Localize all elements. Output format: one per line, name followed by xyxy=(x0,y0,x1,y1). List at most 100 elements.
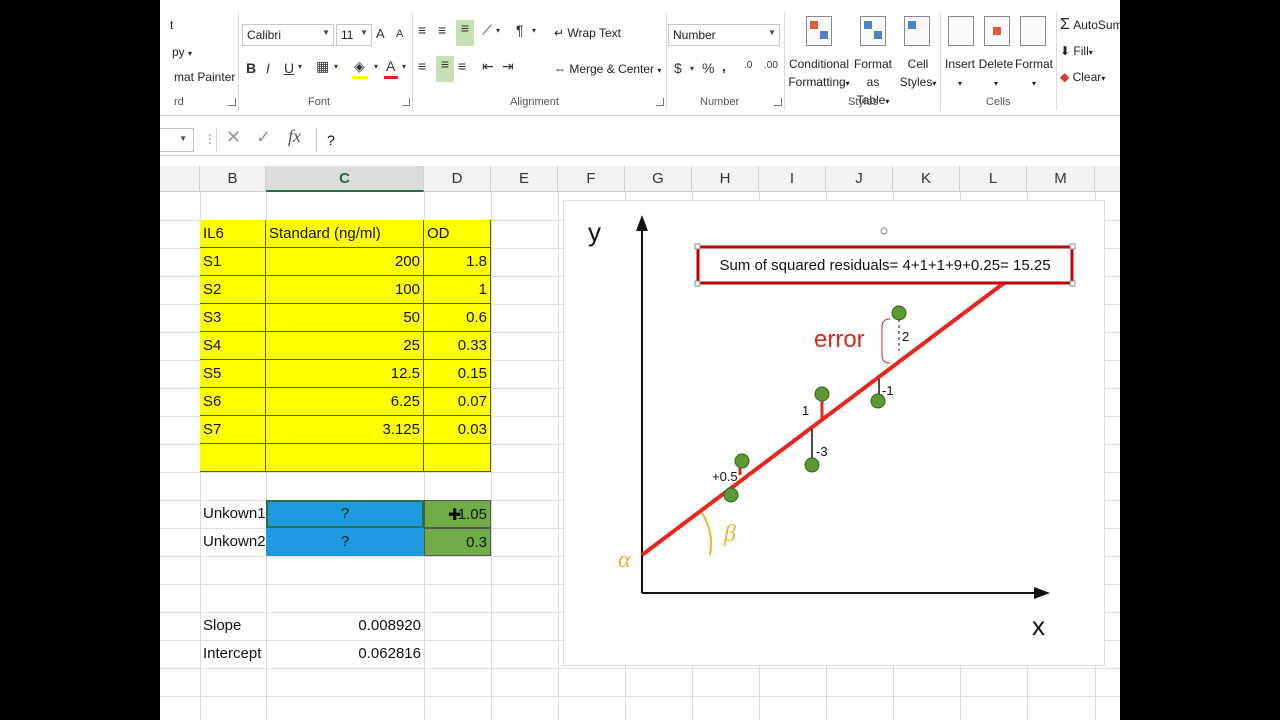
table-cell-od[interactable]: 0.15 xyxy=(424,360,491,388)
table-cell-od[interactable]: 0.03 xyxy=(424,416,491,444)
unknown-standard-cell[interactable]: ? xyxy=(266,528,424,556)
unknown-standard-cell-selected[interactable]: ? xyxy=(266,500,424,528)
column-header-h[interactable]: H xyxy=(692,166,759,192)
column-header-l[interactable]: L xyxy=(960,166,1027,192)
autosum-button[interactable]: Σ AutoSum xyxy=(1060,16,1120,34)
format-button[interactable]: Format ▾ xyxy=(1012,55,1056,93)
table-cell-id[interactable]: S3 xyxy=(200,304,266,332)
column-header-b[interactable]: B xyxy=(200,166,266,192)
table-cell-standard[interactable]: 100 xyxy=(266,276,424,304)
regression-diagram[interactable]: y x α β +0.5 1 -3 -1 2 error Sum of squa… xyxy=(563,200,1105,666)
align-top-icon[interactable]: ≡ xyxy=(418,22,426,38)
table-cell-od[interactable]: 0.07 xyxy=(424,388,491,416)
fill-color-icon[interactable]: ◈ xyxy=(354,58,365,75)
clear-button[interactable]: ◆ Clear▾ xyxy=(1060,70,1105,84)
decrease-decimal-icon[interactable]: .00 xyxy=(764,60,778,71)
table-header-id[interactable]: IL6 xyxy=(200,220,266,248)
resize-handle-icon[interactable] xyxy=(694,243,701,250)
table-cell-id[interactable]: S2 xyxy=(200,276,266,304)
table-cell-od[interactable]: 1 xyxy=(424,276,491,304)
chevron-down-icon[interactable]: ▾ xyxy=(374,62,378,71)
grow-font-button[interactable]: A xyxy=(376,26,385,41)
table-cell-id[interactable]: S7 xyxy=(200,416,266,444)
unknown-label[interactable]: Unkown1 xyxy=(200,500,266,528)
wrap-text-button[interactable]: ↵ Wrap Text xyxy=(554,26,621,40)
bold-button[interactable]: B xyxy=(246,60,256,76)
cell-styles-button[interactable]: Cell Styles▾ xyxy=(898,55,938,93)
table-cell-standard[interactable]: 12.5 xyxy=(266,360,424,388)
resize-handle-icon[interactable] xyxy=(694,280,701,287)
align-left-icon[interactable]: ≡ xyxy=(418,58,426,74)
table-cell-standard[interactable]: 3.125 xyxy=(266,416,424,444)
resize-handle-icon[interactable] xyxy=(1069,243,1076,250)
insert-function-icon[interactable]: fx xyxy=(288,126,301,147)
increase-indent-icon[interactable]: ⇥ xyxy=(502,58,514,75)
cancel-icon[interactable]: ✕ xyxy=(226,127,241,148)
rotate-handle-icon[interactable] xyxy=(880,227,888,235)
format-painter-button[interactable]: mat Painter xyxy=(174,70,235,84)
slope-value[interactable]: 0.008920 xyxy=(266,612,424,640)
cut-button[interactable]: t xyxy=(170,18,173,32)
table-cell-id[interactable]: S1 xyxy=(200,248,266,276)
column-header-d[interactable]: D xyxy=(424,166,491,192)
percent-button[interactable]: % xyxy=(702,60,714,76)
table-cell-standard[interactable]: 6.25 xyxy=(266,388,424,416)
font-name-combo[interactable]: Calibri ▼ xyxy=(242,24,334,46)
column-header-g[interactable]: G xyxy=(625,166,692,192)
font-launcher-icon[interactable] xyxy=(402,98,410,106)
align-right-icon[interactable]: ≡ xyxy=(458,58,466,74)
font-size-combo[interactable]: 11 ▼ xyxy=(336,24,372,46)
table-cell-od[interactable]: 0.33 xyxy=(424,332,491,360)
table-header-od[interactable]: OD xyxy=(424,220,491,248)
clipboard-launcher-icon[interactable] xyxy=(228,98,236,106)
slope-label[interactable]: Slope xyxy=(200,612,266,640)
column-header-c[interactable]: C xyxy=(266,166,424,192)
italic-button[interactable]: I xyxy=(266,60,270,76)
table-cell-empty[interactable] xyxy=(266,444,424,472)
residuals-textbox-text[interactable]: Sum of squared residuals= 4+1+1+9+0.25= … xyxy=(719,257,1050,274)
align-center-icon[interactable]: ≡ xyxy=(436,56,454,82)
number-launcher-icon[interactable] xyxy=(774,98,782,106)
intercept-value[interactable]: 0.062816 xyxy=(266,640,424,668)
chevron-down-icon[interactable]: ▾ xyxy=(496,26,500,35)
chevron-down-icon[interactable]: ▾ xyxy=(532,26,536,35)
formula-bar-handle-icon[interactable]: ⋮ xyxy=(204,132,216,146)
table-cell-od[interactable]: 0.6 xyxy=(424,304,491,332)
borders-icon[interactable]: ▦ xyxy=(316,58,329,75)
unknown-od-cell[interactable]: 0.3 xyxy=(424,528,491,556)
fill-button[interactable]: ⬇ Fill▾ xyxy=(1060,44,1093,58)
table-cell-standard[interactable]: 200 xyxy=(266,248,424,276)
table-cell-standard[interactable]: 50 xyxy=(266,304,424,332)
unknown-label[interactable]: Unkown2 xyxy=(200,528,266,556)
conditional-formatting-button[interactable]: Conditional Formatting▾ xyxy=(786,55,852,93)
delete-button[interactable]: Delete ▾ xyxy=(976,55,1016,93)
resize-handle-icon[interactable] xyxy=(1069,280,1076,287)
increase-decimal-icon[interactable]: .0 xyxy=(744,60,752,71)
column-header-f[interactable]: F xyxy=(558,166,625,192)
copy-button[interactable]: py ▾ xyxy=(172,45,192,59)
column-header-m[interactable]: M xyxy=(1027,166,1095,192)
underline-button[interactable]: U xyxy=(284,60,294,76)
chevron-down-icon[interactable]: ▾ xyxy=(690,64,694,73)
name-box[interactable]: ▼ xyxy=(160,128,194,152)
table-cell-empty[interactable] xyxy=(200,444,266,472)
insert-button[interactable]: Insert ▾ xyxy=(940,55,980,93)
currency-button[interactable]: $ xyxy=(674,60,682,76)
align-bottom-icon[interactable]: ≡ xyxy=(456,20,474,46)
table-cell-empty[interactable] xyxy=(424,444,491,472)
chevron-down-icon[interactable]: ▾ xyxy=(298,62,302,71)
column-header-i[interactable]: I xyxy=(759,166,826,192)
formula-input[interactable]: ? xyxy=(316,128,1120,152)
chevron-down-icon[interactable]: ▾ xyxy=(334,62,338,71)
chevron-down-icon[interactable]: ▾ xyxy=(402,62,406,71)
table-header-standard[interactable]: Standard (ng/ml) xyxy=(266,220,424,248)
column-header-j[interactable]: J xyxy=(826,166,893,192)
merge-center-button[interactable]: ⇔ Merge & Center ▾ xyxy=(554,62,661,76)
table-cell-od[interactable]: 1.8 xyxy=(424,248,491,276)
column-header-k[interactable]: K xyxy=(893,166,960,192)
table-cell-standard[interactable]: 25 xyxy=(266,332,424,360)
text-direction-icon[interactable]: ¶ xyxy=(516,22,524,38)
shrink-font-button[interactable]: A xyxy=(396,28,403,40)
number-format-combo[interactable]: Number ▼ xyxy=(668,24,780,46)
align-middle-icon[interactable]: ≡ xyxy=(438,22,446,38)
